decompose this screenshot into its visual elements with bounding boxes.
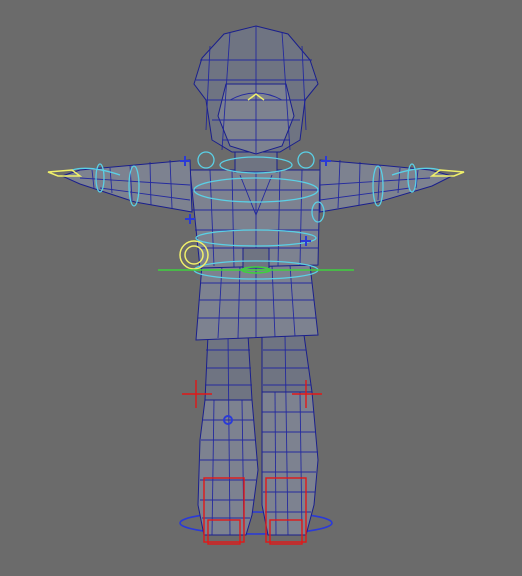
3d-viewport[interactable] <box>0 0 522 576</box>
rig-scene <box>47 25 465 545</box>
right-leg[interactable] <box>261 334 313 393</box>
belt-buckle <box>242 247 270 269</box>
left-arm[interactable] <box>60 159 193 213</box>
right-boot[interactable] <box>261 391 319 536</box>
